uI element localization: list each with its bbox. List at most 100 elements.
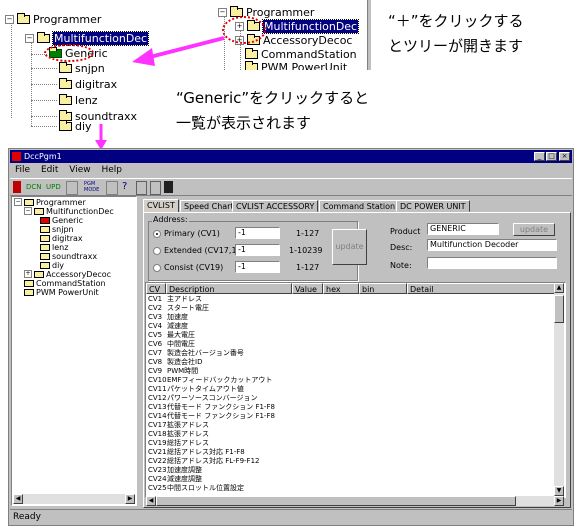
hscroll-thumb[interactable] bbox=[156, 496, 516, 506]
grid-vscroll[interactable]: ▲ ▼ bbox=[554, 283, 564, 496]
header-cv[interactable]: CV bbox=[146, 283, 166, 294]
menu-view[interactable]: View bbox=[69, 165, 90, 175]
table-row[interactable]: CV25 中間スロットル位置設定 bbox=[146, 484, 564, 492]
folder-icon bbox=[34, 207, 44, 215]
description-cell: 減速度 bbox=[167, 322, 188, 330]
side-item-pwm[interactable]: PWM PowerUnit bbox=[24, 287, 99, 297]
radio-primary[interactable] bbox=[153, 230, 161, 238]
upd-button[interactable]: UPD bbox=[46, 181, 61, 193]
tab-speed-chart[interactable]: Speed Chart bbox=[180, 200, 238, 212]
collapse-icon[interactable]: − bbox=[14, 198, 22, 206]
cv-grid: CV Description Value hex bin Detail CV1 主… bbox=[146, 283, 564, 496]
table-row[interactable]: CV4 減速度 bbox=[146, 322, 564, 330]
table-row[interactable]: CV7 製造会社バージョン番号 bbox=[146, 349, 564, 357]
header-value[interactable]: Value bbox=[292, 283, 323, 294]
menu-help[interactable]: Help bbox=[101, 165, 122, 175]
scroll-down-icon[interactable]: ▼ bbox=[554, 486, 564, 496]
dcn-button[interactable]: DCN bbox=[26, 181, 42, 193]
scroll-left-icon[interactable]: ◀ bbox=[13, 494, 23, 504]
collapse-icon[interactable]: − bbox=[24, 207, 32, 215]
paste-icon[interactable] bbox=[150, 181, 161, 195]
menu-edit[interactable]: Edit bbox=[41, 165, 58, 175]
scroll-right-icon[interactable]: ▶ bbox=[125, 494, 135, 504]
save-icon[interactable] bbox=[164, 181, 173, 193]
table-row[interactable]: CV13 代替モード ファンクション F1-F8 bbox=[146, 403, 564, 411]
cv-cell: CV12 bbox=[148, 394, 167, 402]
table-row[interactable]: CV11 パケットタイムアウト値 bbox=[146, 385, 564, 393]
tree-hscroll[interactable]: ◀ ▶ bbox=[13, 494, 135, 504]
description-cell: 中間スロットル位置設定 bbox=[167, 484, 244, 492]
grid-hscroll[interactable]: ◀ ▶ bbox=[146, 496, 564, 506]
print-icon[interactable] bbox=[106, 181, 118, 195]
cv-cell: CV22 bbox=[148, 457, 167, 465]
product-update-button[interactable]: update bbox=[513, 223, 555, 236]
extended-address-field[interactable]: -1 bbox=[235, 244, 280, 256]
stop-icon[interactable] bbox=[13, 181, 21, 193]
radio-consist[interactable] bbox=[153, 264, 161, 272]
close-button[interactable]: × bbox=[559, 152, 570, 161]
table-row[interactable]: CV18 拡張アドレス bbox=[146, 430, 564, 438]
description-cell: 加速度 bbox=[167, 313, 188, 321]
tab-cvlist[interactable]: CVLIST bbox=[143, 199, 179, 213]
desc-field[interactable]: Multifunction Decoder bbox=[427, 239, 557, 251]
cv-cell: CV1 bbox=[148, 295, 163, 303]
arrow-to-generic bbox=[132, 36, 225, 66]
tab-cvlist-accessory[interactable]: CVLIST ACCESSORY bbox=[232, 200, 319, 212]
description-cell: パケットタイムアウト値 bbox=[167, 385, 244, 393]
scroll-thumb[interactable] bbox=[554, 295, 564, 323]
table-row[interactable]: CV6 中間電圧 bbox=[146, 340, 564, 348]
table-row[interactable]: CV1 主アドレス bbox=[146, 295, 564, 303]
cv-cell: CV2 bbox=[148, 304, 163, 312]
header-hex[interactable]: hex bbox=[323, 283, 359, 294]
table-row[interactable]: CV19 総括アドレス bbox=[146, 439, 564, 447]
scroll-up-icon[interactable]: ▲ bbox=[554, 283, 564, 293]
menu-file[interactable]: File bbox=[15, 165, 30, 175]
copy-icon[interactable] bbox=[136, 181, 147, 195]
description-cell: 拡張アドレス bbox=[167, 421, 209, 429]
table-row[interactable]: CV23 加速度調整 bbox=[146, 466, 564, 474]
description-cell: 中間電圧 bbox=[167, 340, 195, 348]
table-row[interactable]: CV5 最大電圧 bbox=[146, 331, 564, 339]
pgm-mode-button[interactable]: PGM MODE bbox=[84, 181, 102, 193]
table-row[interactable]: CV2 スタート電圧 bbox=[146, 304, 564, 312]
radio-extended[interactable] bbox=[153, 247, 161, 255]
expand-icon[interactable]: + bbox=[24, 270, 32, 278]
table-row[interactable]: CV12 パワーソースコンバージョン bbox=[146, 394, 564, 402]
maximize-button[interactable]: □ bbox=[546, 152, 557, 161]
product-field[interactable]: GENERIC bbox=[427, 223, 499, 235]
grid-icon[interactable] bbox=[66, 181, 78, 195]
description-cell: 総括アドレス対応 F1-F8 bbox=[167, 448, 245, 456]
desc-label: Desc: bbox=[390, 243, 413, 252]
consist-address-field[interactable]: -1 bbox=[235, 261, 280, 273]
table-row[interactable]: CV21 総括アドレス対応 F1-F8 bbox=[146, 448, 564, 456]
table-row[interactable]: CV14 代替モード ファンクション F1-F8 bbox=[146, 412, 564, 420]
table-row[interactable]: CV10 EMFフィードバックカットアウト bbox=[146, 376, 564, 384]
arrow-down-to-window bbox=[95, 124, 107, 150]
header-detail[interactable]: Detail bbox=[407, 283, 564, 294]
header-description[interactable]: Description bbox=[166, 283, 292, 294]
consist-label: Consist (CV19) bbox=[164, 263, 224, 272]
cv-cell: CV17 bbox=[148, 421, 167, 429]
header-bin[interactable]: bin bbox=[359, 283, 407, 294]
description-cell: 総括アドレス対応 FL-F9-F12 bbox=[167, 457, 260, 465]
extended-label: Extended (CV17,18) bbox=[164, 246, 245, 255]
description-cell: 主アドレス bbox=[167, 295, 202, 303]
table-row[interactable]: CV17 拡張アドレス bbox=[146, 421, 564, 429]
minimize-button[interactable]: _ bbox=[534, 152, 545, 161]
primary-address-field[interactable]: -1 bbox=[235, 227, 280, 239]
help-icon[interactable]: ? bbox=[122, 181, 127, 193]
table-row[interactable]: CV22 総括アドレス対応 FL-F9-F12 bbox=[146, 457, 564, 465]
note-label: Note: bbox=[390, 261, 412, 270]
description-cell: 代替モード ファンクション F1-F8 bbox=[167, 412, 275, 420]
table-row[interactable]: CV3 加速度 bbox=[146, 313, 564, 321]
table-row[interactable]: CV24 減速度調整 bbox=[146, 475, 564, 483]
table-row[interactable]: CV8 製造会社ID bbox=[146, 358, 564, 366]
scroll-right-icon[interactable]: ▶ bbox=[554, 496, 564, 506]
extended-range: 1-10239 bbox=[289, 246, 323, 255]
scroll-left-icon[interactable]: ◀ bbox=[146, 496, 156, 506]
table-row[interactable]: CV9 PWM時間 bbox=[146, 367, 564, 375]
tab-dc-power-unit[interactable]: DC POWER UNIT bbox=[396, 200, 470, 212]
address-update-button[interactable]: update bbox=[332, 229, 367, 265]
tab-command-station[interactable]: Command Station bbox=[319, 200, 400, 212]
note-field[interactable] bbox=[427, 257, 557, 269]
